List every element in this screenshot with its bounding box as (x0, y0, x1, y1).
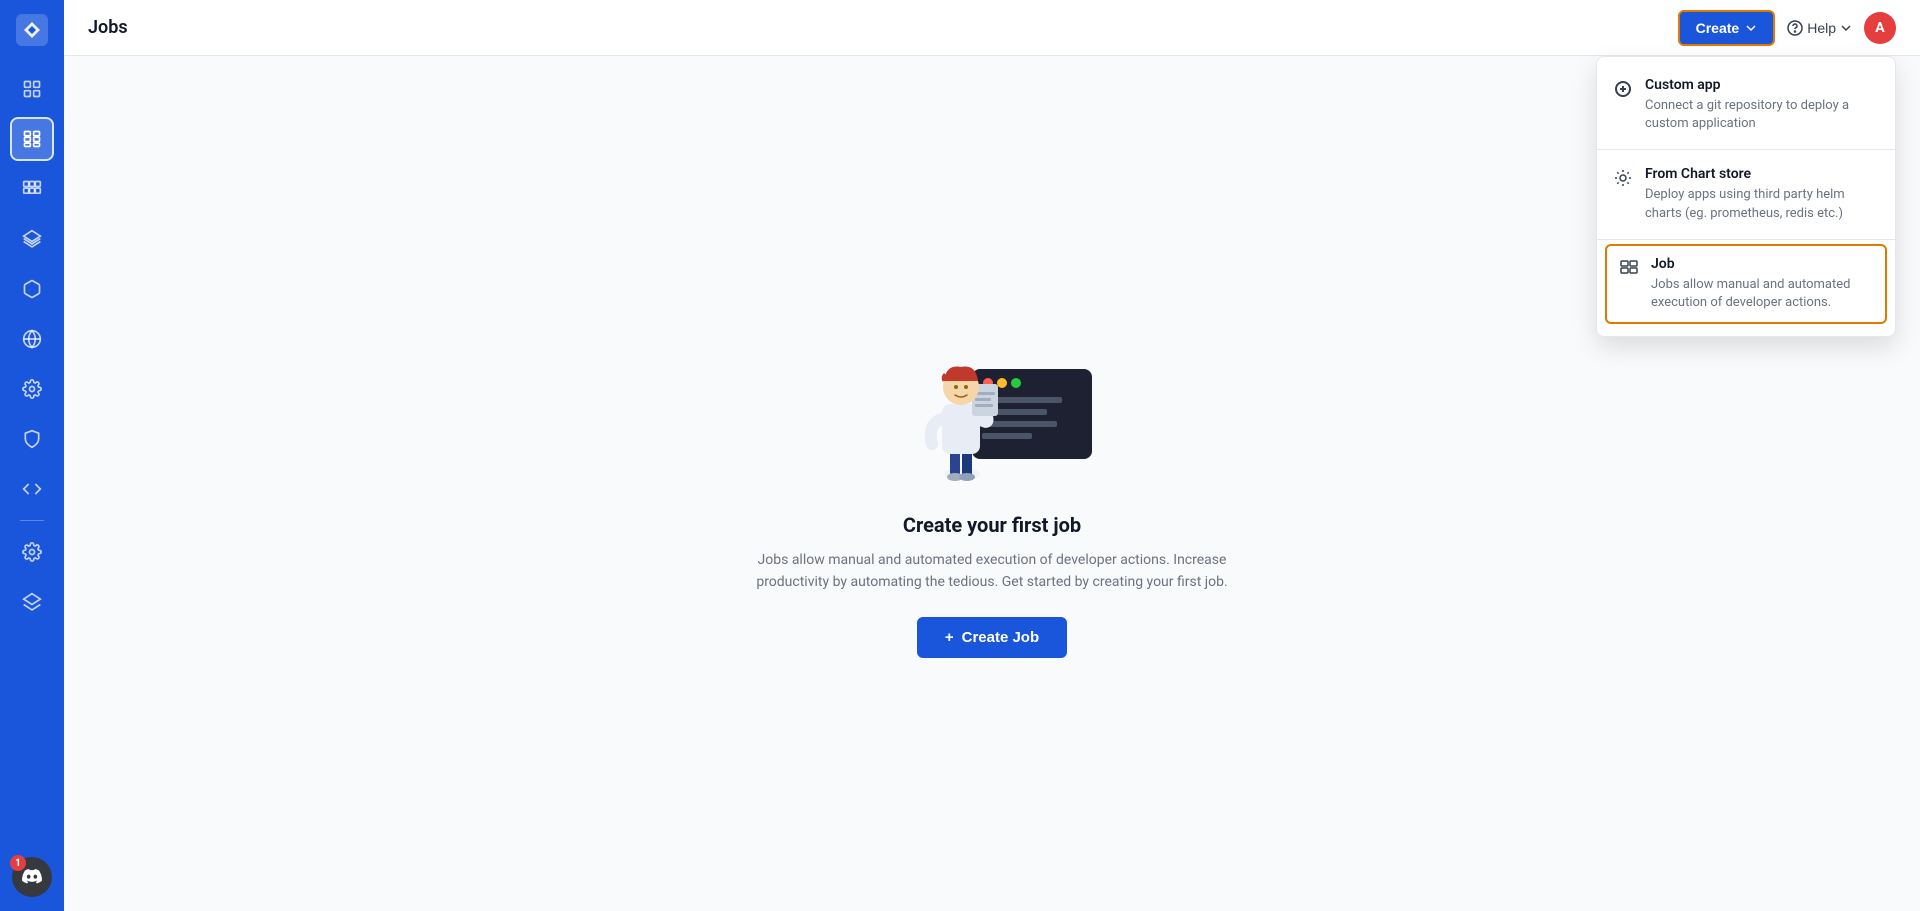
create-button-label: Create (1696, 20, 1740, 36)
help-label: Help (1807, 20, 1836, 36)
dropdown-divider-2 (1597, 239, 1895, 240)
job-icon (1619, 258, 1639, 278)
avatar[interactable]: A (1864, 12, 1896, 44)
discord-badge[interactable]: 1 (10, 855, 54, 899)
header-actions: Create Help A (1678, 10, 1896, 46)
sidebar-item-code[interactable] (10, 467, 54, 511)
create-job-button-label: Create Job (962, 629, 1040, 646)
create-job-button[interactable]: + Create Job (917, 617, 1067, 658)
sidebar-item-layers[interactable] (10, 217, 54, 261)
empty-state-title: Create your first job (903, 513, 1081, 537)
help-circle-icon (1787, 20, 1803, 36)
empty-state: Create your first job Jobs allow manual … (752, 309, 1232, 659)
plus-icon: + (945, 629, 954, 646)
sidebar-item-settings[interactable] (10, 530, 54, 574)
sidebar-item-pipelines[interactable] (10, 167, 54, 211)
sidebar-divider (20, 520, 44, 521)
sidebar: 1 (0, 0, 64, 911)
sidebar-item-cube[interactable] (10, 267, 54, 311)
custom-app-desc: Connect a git repository to deploy a cus… (1645, 97, 1879, 133)
dropdown-item-custom-app[interactable]: Custom app Connect a git repository to d… (1597, 65, 1895, 145)
create-dropdown-menu: Custom app Connect a git repository to d… (1596, 56, 1896, 337)
job-title: Job (1651, 256, 1873, 272)
sidebar-item-gear[interactable] (10, 367, 54, 411)
chevron-down-icon (1745, 22, 1757, 34)
dropdown-divider-1 (1597, 149, 1895, 150)
dropdown-item-chart-store[interactable]: From Chart store Deploy apps using third… (1597, 154, 1895, 234)
header: Jobs Create Help A (64, 0, 1920, 56)
create-button[interactable]: Create (1678, 10, 1776, 46)
chart-store-icon (1613, 168, 1633, 188)
help-chevron-icon (1840, 22, 1852, 34)
plus-circle-icon (1613, 79, 1633, 99)
discord-notification-count: 1 (10, 855, 26, 871)
dropdown-item-job[interactable]: Job Jobs allow manual and automated exec… (1605, 244, 1887, 324)
jobs-illustration (882, 309, 1102, 489)
page-title: Jobs (88, 17, 128, 38)
sidebar-item-jobs[interactable] (10, 117, 54, 161)
logo[interactable] (14, 12, 50, 48)
custom-app-title: Custom app (1645, 77, 1879, 93)
job-desc: Jobs allow manual and automated executio… (1651, 276, 1873, 312)
illustration (882, 309, 1102, 489)
sidebar-item-home[interactable] (10, 67, 54, 111)
sidebar-bottom: 1 (10, 855, 54, 899)
chart-store-title: From Chart store (1645, 166, 1879, 182)
sidebar-item-shield[interactable] (10, 417, 54, 461)
chart-store-desc: Deploy apps using third party helm chart… (1645, 186, 1879, 222)
sidebar-item-globe[interactable] (10, 317, 54, 361)
empty-state-description: Jobs allow manual and automated executio… (752, 549, 1232, 594)
sidebar-item-stack[interactable] (10, 580, 54, 624)
help-button[interactable]: Help (1787, 20, 1852, 36)
